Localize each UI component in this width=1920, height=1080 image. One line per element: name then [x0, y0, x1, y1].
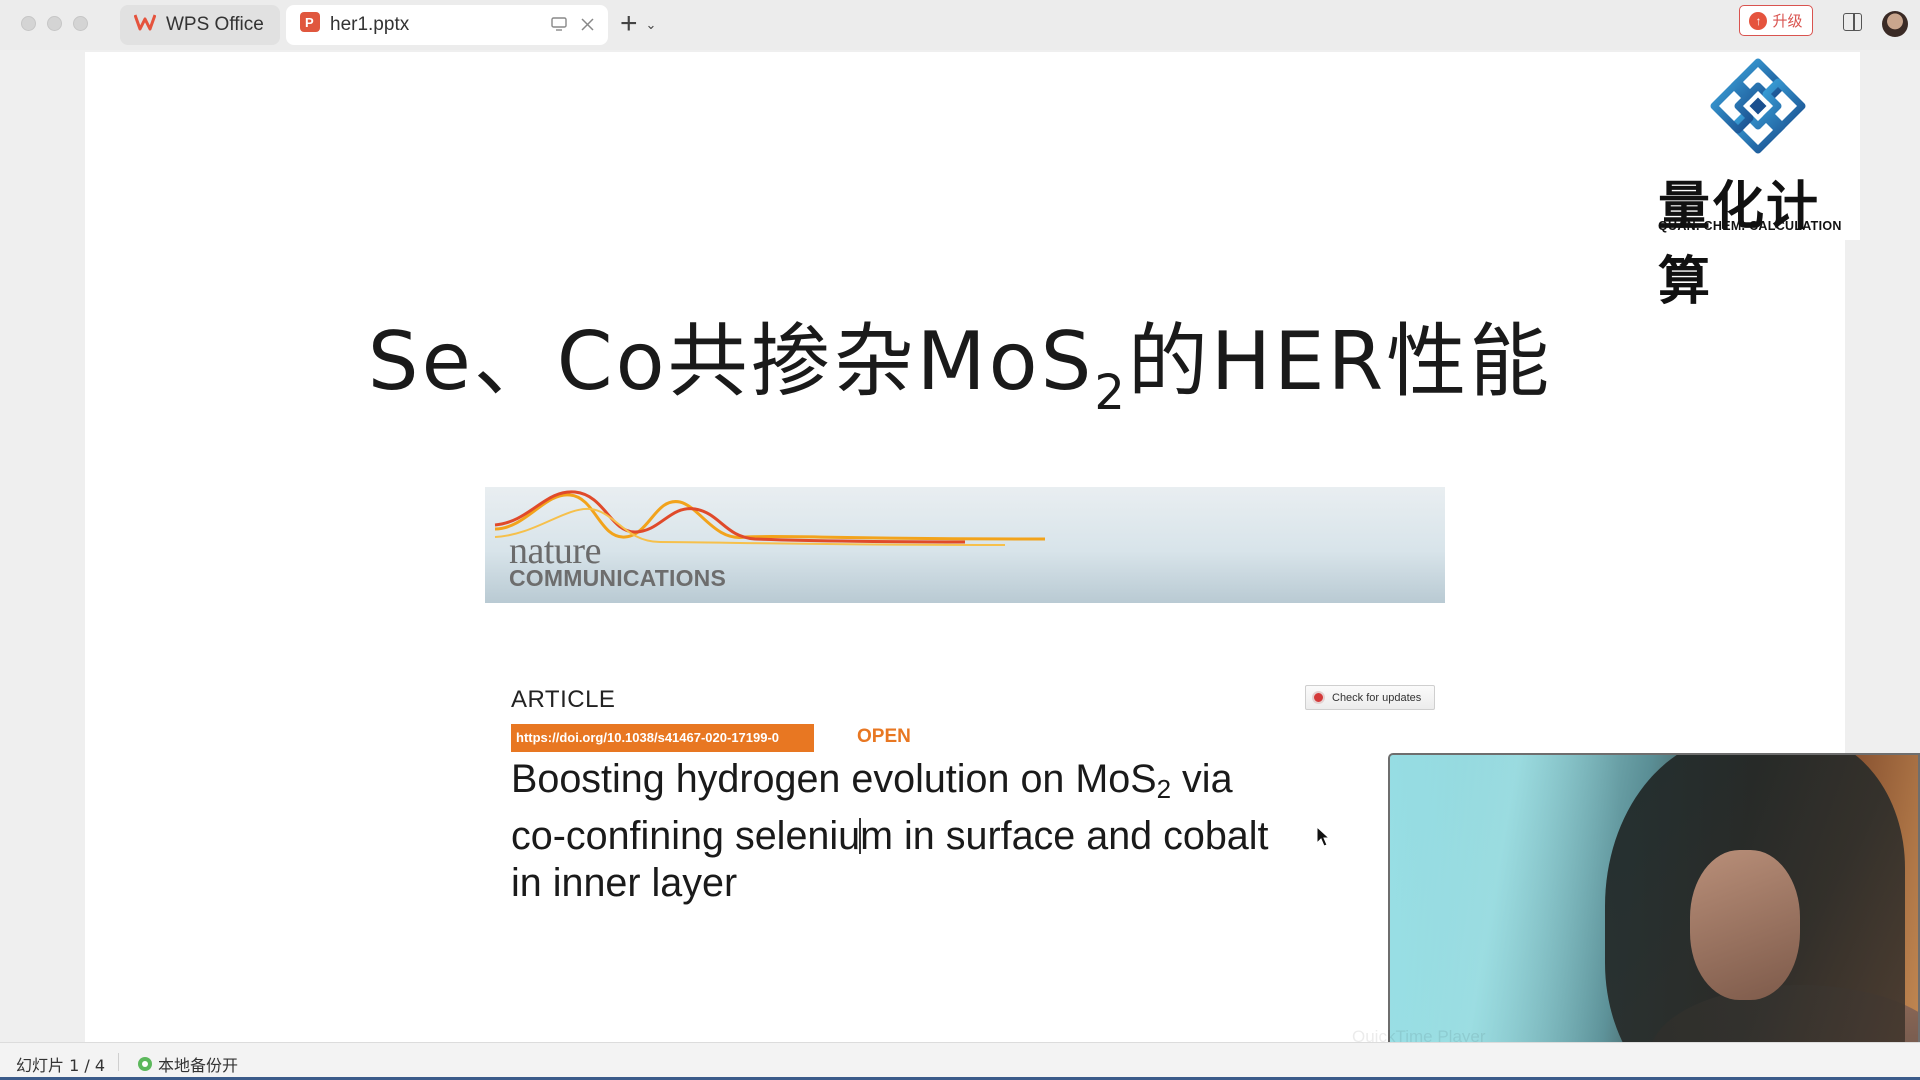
title-bar: WPS Office P her1.pptx + ⌄ ↑ 升级	[0, 0, 1920, 50]
brand-name-chinese: 量化计算	[1658, 177, 1821, 312]
tab-label: WPS Office	[166, 14, 264, 35]
upgrade-arrow-icon: ↑	[1749, 11, 1768, 30]
tab-label: her1.pptx	[330, 14, 410, 35]
divider	[118, 1053, 119, 1071]
sidebar-toggle-icon[interactable]	[1843, 13, 1862, 31]
article-type-label: ARTICLE	[511, 686, 616, 713]
upgrade-button[interactable]: ↑ 升级	[1739, 5, 1813, 36]
tab-wps-office[interactable]: WPS Office	[120, 5, 280, 45]
brand-logo-icon	[1710, 58, 1806, 154]
avatar[interactable]	[1882, 11, 1908, 37]
doi-link[interactable]: https://doi.org/10.1038/s41467-020-17199…	[511, 724, 814, 752]
window-mode-icon[interactable]	[551, 15, 567, 36]
article-title-line2-a: co-confining seleniu	[511, 814, 861, 858]
status-bar: 幻灯片 1 / 4 本地备份开	[0, 1042, 1920, 1080]
backup-status-icon	[138, 1057, 152, 1071]
open-access-label: OPEN	[857, 726, 911, 747]
presentation-file-icon: P	[300, 12, 320, 38]
plus-icon: +	[620, 7, 638, 40]
slide-title-part1: Se、Co共掺杂MoS	[367, 315, 1095, 408]
close-tab-icon[interactable]	[581, 15, 594, 36]
slide-title[interactable]: Se、Co共掺杂MoS2的HER性能	[0, 297, 1920, 421]
brand-name-english: QUAN. CHEM. CALCULATION	[1658, 219, 1842, 233]
article-title-line1-a: Boosting hydrogen evolution on MoS	[511, 757, 1157, 801]
svg-text:P: P	[305, 15, 314, 30]
slide-title-subscript: 2	[1094, 365, 1128, 421]
journal-banner-image[interactable]: nature COMMUNICATIONS	[485, 487, 1445, 603]
minimize-window-button[interactable]	[47, 16, 62, 31]
tab-her1-pptx[interactable]: P her1.pptx	[286, 5, 608, 45]
article-title-subscript: 2	[1156, 774, 1172, 804]
mouse-pointer-icon	[1316, 826, 1330, 847]
upgrade-label: 升级	[1772, 13, 1803, 30]
bookmark-icon	[1312, 691, 1325, 704]
journal-name-communications: COMMUNICATIONS	[509, 565, 727, 591]
brand-watermark: 量化计算 QUAN. CHEM. CALCULATION	[1640, 52, 1860, 312]
slide-title-part2: 的HER性能	[1127, 315, 1553, 408]
webcam-overlay[interactable]	[1388, 753, 1920, 1074]
backup-status-label: 本地备份开	[158, 1056, 239, 1075]
backup-status[interactable]: 本地备份开	[138, 1052, 238, 1076]
article-title[interactable]: Boosting hydrogen evolution on MoS2 via c…	[511, 756, 1371, 907]
wps-logo-icon	[133, 13, 157, 37]
close-window-button[interactable]	[21, 16, 36, 31]
check-for-updates-button[interactable]: Check for updates	[1305, 685, 1435, 710]
new-tab-button[interactable]: + ⌄	[620, 8, 656, 40]
check-updates-label: Check for updates	[1332, 691, 1422, 704]
article-title-line2-b: m in surface and cobalt	[860, 814, 1269, 858]
zoom-window-button[interactable]	[73, 16, 88, 31]
slide-counter[interactable]: 幻灯片 1 / 4	[16, 1052, 105, 1076]
article-title-line1-b: via	[1171, 757, 1233, 801]
article-title-line3: in inner layer	[511, 861, 738, 905]
chevron-down-icon: ⌄	[645, 17, 657, 32]
